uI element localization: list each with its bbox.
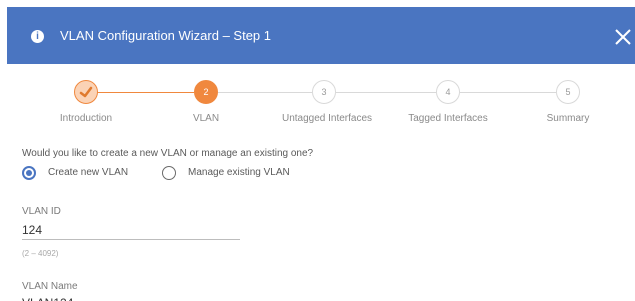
step-5-number: 5 xyxy=(565,87,571,97)
create-new-vlan-label: Create new VLAN xyxy=(48,167,129,178)
stepper-track-2 xyxy=(218,92,312,93)
checkmark-icon xyxy=(79,86,93,98)
step-1-label: Introduction xyxy=(59,113,113,124)
vlan-name-input[interactable] xyxy=(22,294,240,301)
step-3-circle[interactable]: 3 xyxy=(312,80,336,104)
step-4-label: Tagged Interfaces xyxy=(408,113,488,124)
vlan-id-label: VLAN ID xyxy=(22,206,61,217)
vlan-id-input[interactable] xyxy=(22,221,240,240)
step-2-label: VLAN xyxy=(192,113,220,124)
stepper-track-4 xyxy=(460,92,556,93)
create-new-vlan-radio[interactable]: Create new VLAN xyxy=(22,166,142,182)
manage-existing-vlan-label: Manage existing VLAN xyxy=(188,167,290,178)
step-2-number: 2 xyxy=(203,87,209,97)
vlan-question: Would you like to create a new VLAN or m… xyxy=(22,148,314,159)
vlan-id-range-hint: (2 – 4092) xyxy=(22,249,59,258)
step-2-circle[interactable]: 2 xyxy=(194,80,218,104)
radio-selected-icon xyxy=(22,166,36,180)
vlan-name-label: VLAN Name xyxy=(22,281,78,292)
step-4-circle[interactable]: 4 xyxy=(436,80,460,104)
step-3-label: Untagged Interfaces xyxy=(281,113,373,124)
manage-existing-vlan-radio[interactable]: Manage existing VLAN xyxy=(162,166,312,182)
stepper-track-1 xyxy=(88,92,194,93)
step-5-circle[interactable]: 5 xyxy=(556,80,580,104)
radio-unselected-icon xyxy=(162,166,176,180)
wizard-stepper: 2 3 4 5 Introduction VLAN Untagged Inter… xyxy=(0,0,635,140)
step-4-number: 4 xyxy=(445,87,451,97)
step-3-number: 3 xyxy=(321,87,327,97)
step-5-label: Summary xyxy=(546,113,590,124)
step-1-circle[interactable] xyxy=(74,80,98,104)
wizard-dialog: i VLAN Configuration Wizard – Step 1 2 3… xyxy=(0,0,635,301)
stepper-track-3 xyxy=(336,92,436,93)
